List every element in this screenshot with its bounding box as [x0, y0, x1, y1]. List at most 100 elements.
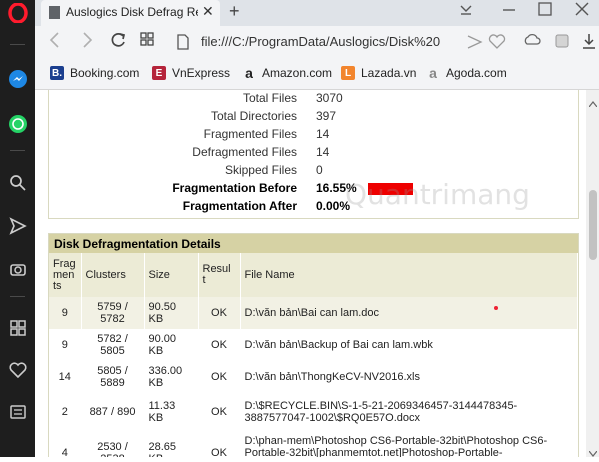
- close-window-icon[interactable]: [574, 1, 590, 20]
- bookmark-agoda[interactable]: a Agoda.com: [426, 65, 507, 81]
- extensions-icon[interactable]: [554, 33, 570, 54]
- cell-size: 90.00 KB: [144, 329, 199, 361]
- snapshot-icon[interactable]: [466, 34, 484, 55]
- table-row: 2 887 / 890 11.33 KB OK D:\$RECYCLE.BIN\…: [49, 393, 578, 431]
- col-header-file-name[interactable]: File Name: [240, 253, 578, 297]
- url-text[interactable]: file:///C:/ProgramData/Auslogics/Disk%20: [201, 34, 440, 49]
- stat-value: 397: [316, 109, 337, 123]
- bookmark-heart-icon[interactable]: [488, 34, 506, 55]
- opera-logo-icon[interactable]: [7, 2, 28, 23]
- maximize-icon[interactable]: [537, 1, 553, 20]
- heart-icon[interactable]: [7, 359, 28, 380]
- stat-defragmented-files: Defragmented Files 14: [49, 145, 578, 163]
- cell-file-name: D:\$RECYCLE.BIN\S-1-5-21-2069346457-3144…: [240, 393, 578, 431]
- cell-clusters: 2530 / 2538: [81, 431, 145, 457]
- bookmarks-bar: B. Booking.com E VnExpress a Amazon.com …: [35, 59, 599, 90]
- cell-file-name: D:\văn bản\Backup of Bai can lam.wbk: [240, 329, 578, 361]
- tab-title: Auslogics Disk Defrag Rep: [66, 5, 198, 19]
- cell-fragments: 2: [49, 393, 82, 431]
- cell-result: OK: [198, 361, 241, 393]
- speed-dial-icon[interactable]: [7, 317, 28, 338]
- cell-size: 28.65 KB: [144, 431, 199, 457]
- cell-size: 336.00 KB: [144, 361, 199, 393]
- stat-label: Skipped Files: [224, 163, 297, 177]
- lazada-icon: L: [341, 66, 355, 80]
- close-tab-icon[interactable]: ✕: [202, 3, 214, 20]
- stat-label: Total Files: [242, 91, 297, 105]
- cursor-dot: [494, 306, 498, 310]
- bookmark-booking[interactable]: B. Booking.com: [50, 66, 139, 80]
- stat-value: 14: [316, 127, 330, 141]
- address-toolbar: file:///C:/ProgramData/Auslogics/Disk%20: [35, 26, 599, 59]
- news-icon[interactable]: [7, 401, 28, 422]
- bookmark-label: Lazada.vn: [361, 66, 417, 80]
- bookmark-vnexpress[interactable]: E VnExpress: [152, 66, 230, 80]
- details-header: Disk Defragmentation Details: [49, 234, 578, 253]
- scroll-up-icon[interactable]: [588, 94, 598, 112]
- bookmark-amazon[interactable]: a Amazon.com: [242, 65, 332, 81]
- sidebar-divider: [10, 296, 25, 297]
- cell-result: OK: [198, 297, 241, 329]
- opera-sidebar: [0, 0, 35, 457]
- stat-fragmented-files: Fragmented Files 14: [49, 127, 578, 145]
- cell-fragments: 9: [49, 329, 82, 361]
- amazon-icon: a: [245, 65, 253, 81]
- tab-menu-icon[interactable]: [458, 1, 474, 20]
- messenger-icon[interactable]: [7, 68, 28, 89]
- page-scrollbar[interactable]: [586, 90, 599, 457]
- scrollbar-thumb[interactable]: [589, 190, 597, 260]
- col-header-size[interactable]: Size: [144, 253, 199, 297]
- cell-file-name: D:\phan-mem\Photoshop CS6-Portable-32bit…: [240, 431, 578, 457]
- scroll-down-icon[interactable]: [588, 444, 598, 462]
- vnexpress-icon: E: [152, 66, 166, 80]
- camera-icon[interactable]: [7, 258, 28, 279]
- stat-value: 3070: [316, 91, 343, 105]
- cell-result: OK: [198, 393, 241, 431]
- minimize-icon[interactable]: [501, 1, 517, 20]
- bookmark-lazada[interactable]: L Lazada.vn: [341, 66, 416, 80]
- stat-total-directories: Total Directories 397: [49, 109, 578, 127]
- vpn-icon[interactable]: [523, 33, 541, 54]
- new-tab-button[interactable]: +: [229, 1, 240, 22]
- bookmark-label: VnExpress: [172, 66, 231, 80]
- page-icon: [176, 34, 190, 55]
- details-title: Disk Defragmentation Details: [54, 237, 221, 251]
- stat-label: Defragmented Files: [192, 145, 297, 159]
- col-header-fragments[interactable]: Frag men ts: [49, 253, 82, 297]
- stat-value: 14: [316, 145, 330, 159]
- tab-bar: Auslogics Disk Defrag Rep ✕ +: [35, 0, 599, 26]
- cell-fragments: 4: [49, 431, 82, 457]
- table-row: 14 5805 / 5889 336.00 KB OK D:\văn bản\T…: [49, 361, 578, 393]
- cell-fragments: 14: [49, 361, 82, 393]
- speed-dial-grid-icon[interactable]: [139, 31, 155, 52]
- search-icon[interactable]: [7, 172, 28, 193]
- quantrimang-watermark: Quantrimang: [345, 178, 530, 211]
- booking-icon: B.: [50, 66, 64, 80]
- col-header-clusters[interactable]: Clusters: [81, 253, 145, 297]
- address-bar[interactable]: file:///C:/ProgramData/Auslogics/Disk%20: [168, 30, 513, 54]
- tab-auslogics-report[interactable]: Auslogics Disk Defrag Rep ✕: [41, 0, 220, 26]
- whatsapp-icon[interactable]: [7, 113, 28, 134]
- download-icon[interactable]: [581, 32, 597, 55]
- sidebar-divider: [10, 44, 25, 45]
- forward-icon[interactable]: [79, 31, 95, 54]
- cell-clusters: 887 / 890: [81, 393, 145, 431]
- sidebar-divider: [10, 150, 25, 151]
- col-header-result[interactable]: Resul t: [198, 253, 241, 297]
- cell-fragments: 9: [49, 297, 82, 329]
- cell-clusters: 5759 / 5782: [81, 297, 145, 329]
- reload-icon[interactable]: [109, 31, 127, 54]
- back-icon[interactable]: [47, 31, 63, 54]
- table-header-row: Frag men ts Clusters Size Resul t File N…: [49, 253, 578, 297]
- stat-label: Fragmentation After: [182, 199, 297, 213]
- cell-file-name: D:\văn bản\ThongKeCV-NV2016.xls: [240, 361, 578, 393]
- send-icon[interactable]: [7, 215, 28, 236]
- bookmark-label: Booking.com: [70, 66, 140, 80]
- page-content: Total Files 3070 Total Directories 397 F…: [35, 90, 586, 457]
- agoda-icon: a: [429, 65, 437, 81]
- cell-result: OK: [198, 431, 241, 457]
- details-table: Frag men ts Clusters Size Resul t File N…: [49, 253, 578, 457]
- cell-result: OK: [198, 329, 241, 361]
- bookmark-label: Agoda.com: [446, 66, 507, 80]
- cell-clusters: 5805 / 5889: [81, 361, 145, 393]
